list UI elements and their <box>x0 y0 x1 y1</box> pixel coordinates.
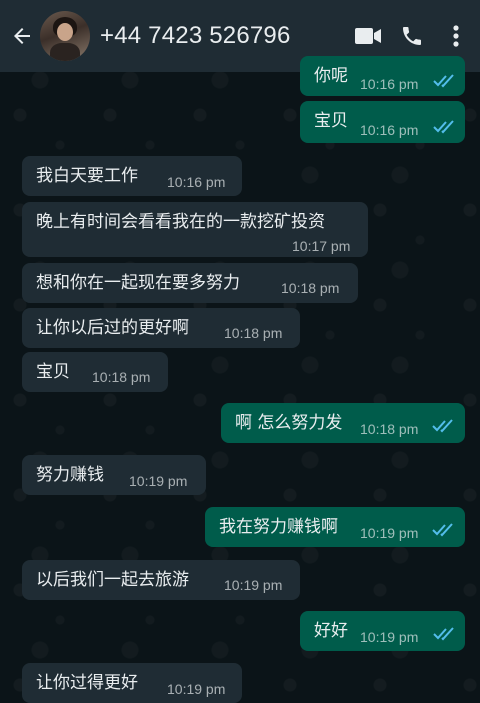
message-time: 10:18 pm <box>92 369 151 385</box>
message-text: 你呢 <box>314 66 348 86</box>
message-time: 10:18 pm <box>281 280 340 296</box>
message-time: 10:19 pm <box>360 629 419 645</box>
message-text: 晚上有时间会看看我在的一款挖矿投资 <box>36 212 325 232</box>
voice-call-button[interactable] <box>390 14 434 58</box>
read-receipt-icon <box>433 74 454 88</box>
message-time: 10:19 pm <box>167 681 226 697</box>
message-text: 努力赚钱 <box>36 465 104 485</box>
avatar[interactable] <box>40 11 90 61</box>
more-vertical-icon <box>453 25 459 47</box>
message-text: 让你过得更好 <box>36 673 138 693</box>
message-outgoing[interactable]: 你呢 10:16 pm <box>300 56 465 96</box>
message-time: 10:16 pm <box>360 76 419 92</box>
video-call-button[interactable] <box>346 14 390 58</box>
message-incoming[interactable]: 晚上有时间会看看我在的一款挖矿投资 10:17 pm <box>22 202 368 257</box>
message-incoming[interactable]: 我白天要工作 10:16 pm <box>22 156 242 196</box>
read-receipt-icon <box>433 120 454 134</box>
message-text: 想和你在一起现在要多努力 <box>36 273 240 293</box>
message-text: 我白天要工作 <box>36 166 138 186</box>
read-receipt-icon <box>432 523 453 537</box>
message-list: 你呢 10:16 pm 宝贝 10:16 pm 我白天要工作 10:16 pm … <box>0 56 480 703</box>
message-incoming[interactable]: 让你过得更好 10:19 pm <box>22 663 242 703</box>
phone-icon <box>403 27 421 45</box>
read-receipt-icon <box>432 419 453 433</box>
menu-button[interactable] <box>434 14 478 58</box>
message-time: 10:17 pm <box>292 238 351 254</box>
message-incoming[interactable]: 宝贝 10:18 pm <box>22 352 168 392</box>
message-time: 10:18 pm <box>224 325 283 341</box>
message-text: 我在努力赚钱啊 <box>219 517 338 537</box>
message-incoming[interactable]: 以后我们一起去旅游 10:19 pm <box>22 560 300 600</box>
message-incoming[interactable]: 想和你在一起现在要多努力 10:18 pm <box>22 263 358 303</box>
message-incoming[interactable]: 努力赚钱 10:19 pm <box>22 455 206 495</box>
message-incoming[interactable]: 让你以后过的更好啊 10:18 pm <box>22 308 300 348</box>
message-text: 好好 <box>314 621 348 641</box>
back-button[interactable] <box>6 16 38 56</box>
message-text: 让你以后过的更好啊 <box>36 318 189 338</box>
message-outgoing[interactable]: 好好 10:19 pm <box>300 611 465 651</box>
video-camera-icon <box>355 28 381 44</box>
message-time: 10:16 pm <box>360 122 419 138</box>
message-text: 宝贝 <box>314 111 348 131</box>
message-outgoing[interactable]: 啊 怎么努力发 10:18 pm <box>221 403 465 443</box>
read-receipt-icon <box>433 627 454 641</box>
contact-name[interactable]: +44 7423 526796 <box>100 22 346 50</box>
message-text: 啊 怎么努力发 <box>235 413 343 433</box>
message-outgoing[interactable]: 宝贝 10:16 pm <box>300 101 465 143</box>
message-time: 10:19 pm <box>129 473 188 489</box>
message-time: 10:19 pm <box>360 525 419 541</box>
message-outgoing[interactable]: 我在努力赚钱啊 10:19 pm <box>205 507 465 547</box>
message-time: 10:19 pm <box>224 577 283 593</box>
arrow-left-icon <box>14 28 30 44</box>
message-text: 以后我们一起去旅游 <box>36 570 189 590</box>
message-time: 10:16 pm <box>167 174 226 190</box>
message-time: 10:18 pm <box>360 421 419 437</box>
message-text: 宝贝 <box>36 362 70 382</box>
